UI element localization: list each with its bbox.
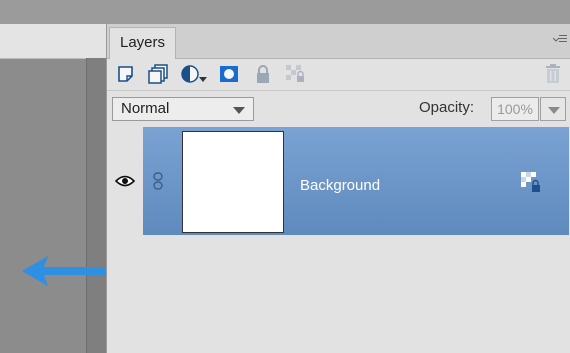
new-group-icon[interactable] [147,62,171,86]
top-strip [0,0,570,25]
new-layer-icon[interactable] [114,62,138,86]
layer-lock-icon[interactable] [520,171,542,193]
tab-layers[interactable]: Layers [109,27,177,59]
lock-all-icon[interactable] [251,62,275,86]
layers-panel: Layers Normal Opacity: 100% Background [106,24,570,353]
layer-row-background[interactable]: Background [107,127,570,235]
panel-divider[interactable] [86,58,107,353]
blend-mode-value: Normal [121,100,170,117]
canvas-header [0,24,106,59]
panel-menu-icon[interactable] [552,32,567,47]
link-icon[interactable] [152,172,164,190]
adjustment-layer-icon[interactable] [179,62,209,86]
eye-icon[interactable] [115,174,135,188]
blend-row: Normal Opacity: 100% [107,90,570,128]
trash-icon[interactable] [541,62,565,86]
layer-list: Background [107,127,570,353]
blend-mode-select[interactable]: Normal [112,97,254,121]
chevron-down-icon [233,107,245,114]
layer-name[interactable]: Background [300,177,380,194]
opacity-label: Opacity: [419,99,475,116]
layer-thumbnail[interactable] [182,131,284,233]
panel-tab-bar: Layers [107,24,570,59]
layers-toolbar [107,59,570,89]
opacity-field[interactable]: 100% [491,97,539,121]
opacity-dropdown-button[interactable] [540,97,566,121]
left-arrow-icon [22,256,112,286]
layer-mask-icon[interactable] [217,62,241,86]
lock-transparent-icon[interactable] [283,62,307,86]
